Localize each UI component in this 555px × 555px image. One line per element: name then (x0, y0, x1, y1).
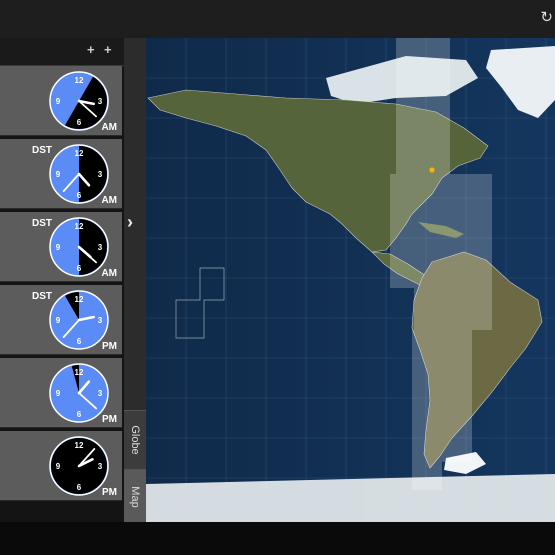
location-marker[interactable] (429, 167, 435, 173)
analog-clock: 12 3 6 9 (49, 290, 109, 350)
clock-card[interactable]: 12 3 6 9 PM (0, 431, 122, 501)
am-pm-label: AM (101, 268, 117, 279)
clock-numeral: 6 (77, 264, 82, 273)
clock-numeral: 9 (56, 389, 61, 398)
clock-numeral: 6 (77, 337, 82, 346)
add-location-icon[interactable]: + (104, 43, 112, 56)
clock-numeral: 3 (98, 170, 103, 179)
clock-numeral: 9 (56, 316, 61, 325)
analog-clock: 12 3 6 9 (49, 436, 109, 496)
clock-numeral: 12 (75, 368, 84, 377)
clock-numeral: 12 (75, 441, 84, 450)
analog-clock: 12 3 6 9 (49, 144, 109, 204)
tab-map[interactable]: Map (124, 469, 146, 523)
clock-card[interactable]: DST 12 3 6 9 AM (0, 139, 122, 209)
clock-numeral: 9 (56, 97, 61, 106)
clock-numeral: 9 (56, 462, 61, 471)
chevron-right-icon[interactable]: › (127, 213, 133, 231)
clock-numeral: 3 (98, 243, 103, 252)
am-pm-label: PM (102, 414, 117, 425)
clock-numeral: 12 (75, 149, 84, 158)
clock-numeral: 6 (77, 483, 82, 492)
side-strip: › Globe Map (124, 38, 146, 523)
tab-globe[interactable]: Globe (124, 410, 146, 469)
clock-card[interactable]: 12 3 6 9 PM (0, 358, 122, 428)
clock-card[interactable]: DST 12 3 6 9 AM (0, 212, 122, 282)
tab-globe-label: Globe (129, 425, 141, 455)
am-pm-label: AM (101, 122, 117, 133)
clock-card[interactable]: DST 12 3 6 9 PM (0, 285, 122, 355)
bottom-bar (0, 522, 555, 555)
analog-clock: 12 3 6 9 (49, 363, 109, 423)
clock-numeral: 12 (75, 76, 84, 85)
clock-card[interactable]: 12 3 6 9 AM (0, 66, 122, 136)
am-pm-label: PM (102, 341, 117, 352)
clock-numeral: 12 (75, 295, 84, 304)
clock-numeral: 3 (98, 389, 103, 398)
clock-numeral: 9 (56, 170, 61, 179)
clock-panel: + + 12 3 6 9 AM DST 12 3 6 9 AM DST 12 3 6 9 AM DST 12 3 6 9 P… (0, 38, 124, 522)
top-bar: ↻ (0, 0, 555, 38)
am-pm-label: AM (101, 195, 117, 206)
clock-numeral: 6 (77, 191, 82, 200)
clock-numeral: 3 (98, 97, 103, 106)
refresh-icon[interactable]: ↻ (540, 10, 553, 25)
clock-numeral: 6 (77, 118, 82, 127)
map-canvas (146, 38, 555, 522)
analog-clock: 12 3 6 9 (49, 71, 109, 131)
tab-map-label: Map (129, 485, 141, 508)
clock-numeral: 12 (75, 222, 84, 231)
clock-numeral: 3 (98, 462, 103, 471)
clock-numeral: 9 (56, 243, 61, 252)
clock-panel-header: + + (0, 38, 124, 66)
clock-numeral: 3 (98, 316, 103, 325)
add-clock-icon[interactable]: + (87, 43, 95, 56)
analog-clock: 12 3 6 9 (49, 217, 109, 277)
am-pm-label: PM (102, 487, 117, 498)
clock-numeral: 6 (77, 410, 82, 419)
world-map[interactable] (146, 38, 555, 522)
